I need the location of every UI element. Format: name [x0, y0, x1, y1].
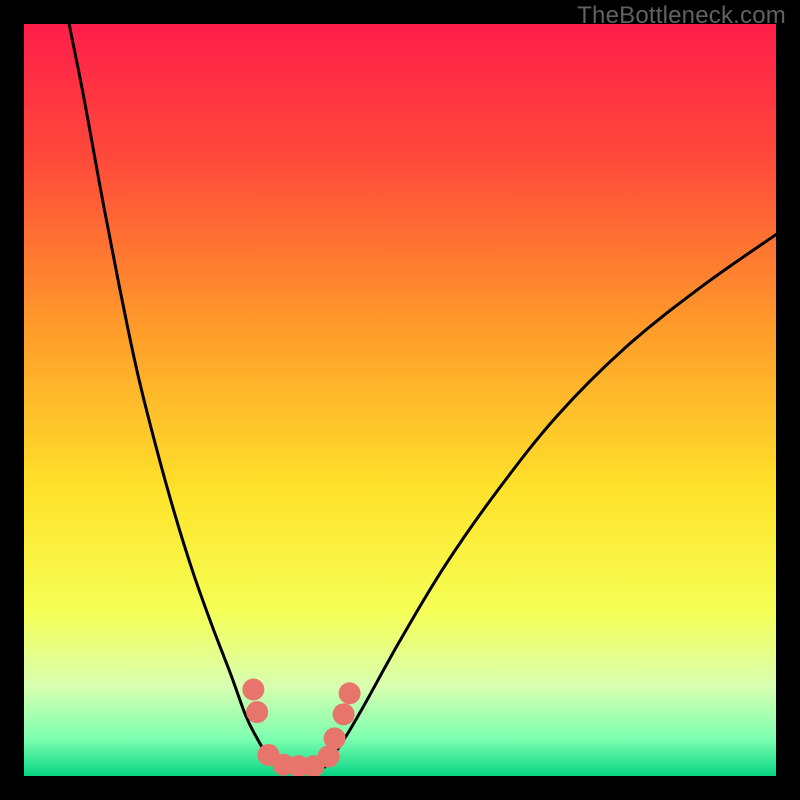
marker-dot	[324, 727, 346, 749]
marker-dot	[246, 701, 268, 723]
watermark-text: TheBottleneck.com	[577, 2, 786, 30]
chart-frame	[24, 24, 776, 776]
marker-dot	[339, 682, 361, 704]
bottleneck-chart	[24, 24, 776, 776]
marker-dot	[333, 703, 355, 725]
marker-dot	[242, 679, 264, 701]
gradient-background	[24, 24, 776, 776]
